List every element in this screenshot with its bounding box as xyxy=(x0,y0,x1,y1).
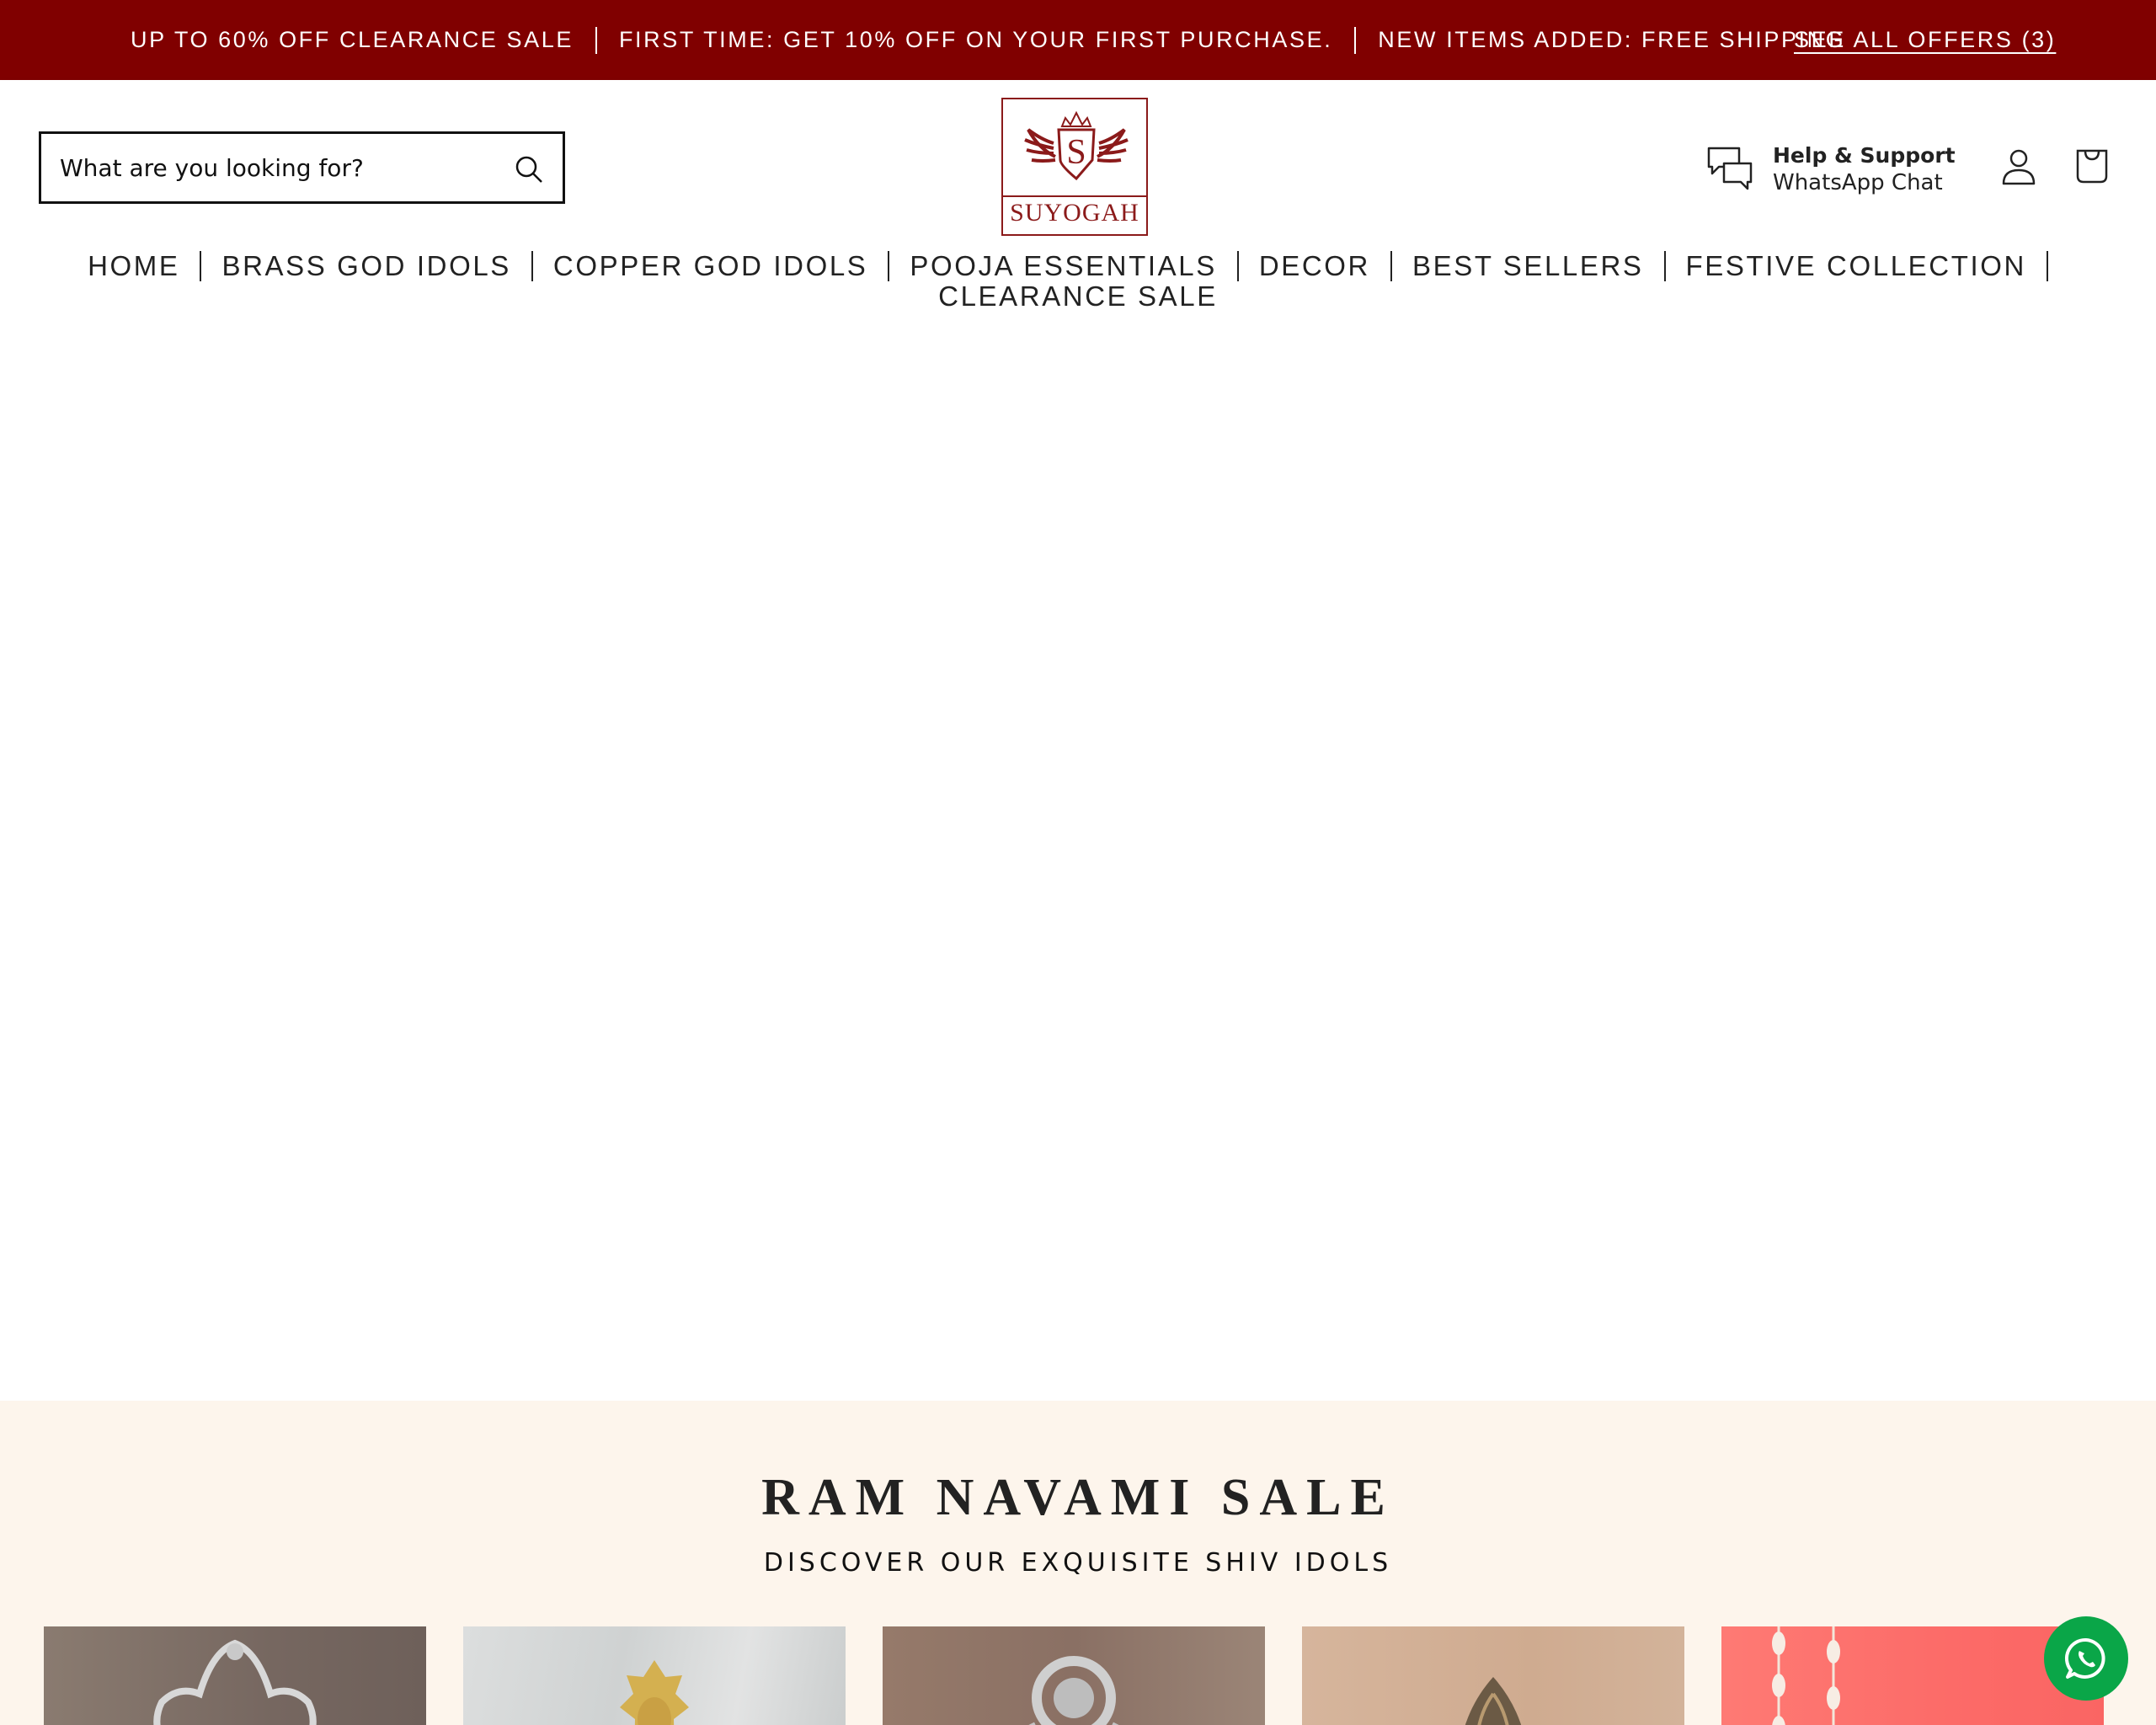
site-header: S SUYOGAH Help & Support WhatsApp Chat H… xyxy=(0,80,2156,325)
main-navigation: HOME BRASS GOD IDOLS COPPER GOD IDOLS PO… xyxy=(0,251,2156,312)
product-card[interactable] xyxy=(463,1626,846,1725)
ram-navami-sale-section: RAM NAVAMI SALE DISCOVER OUR EXQUISITE S… xyxy=(0,1401,2156,1725)
nav-item-clearance-sale[interactable]: CLEARANCE SALE xyxy=(938,281,1218,312)
nav-item-decor[interactable]: DECOR xyxy=(1259,251,1370,281)
nav-divider xyxy=(1236,251,1239,281)
nav-divider xyxy=(2046,251,2048,281)
support-title: Help & Support xyxy=(1773,143,1956,168)
nav-item-pooja-essentials[interactable]: POOJA ESSENTIALS xyxy=(910,251,1216,281)
chat-bubbles-icon xyxy=(1707,147,1753,190)
product-card[interactable] xyxy=(1721,1626,2104,1725)
nav-item-festive-collection[interactable]: FESTIVE COLLECTION xyxy=(1686,251,2026,281)
garland-decor-icon xyxy=(1772,1626,1840,1725)
section-subtitle: DISCOVER OUR EXQUISITE SHIV IDOLS xyxy=(763,1548,1393,1578)
nav-divider xyxy=(1390,251,1392,281)
nav-item-brass-god-idols[interactable]: BRASS GOD IDOLS xyxy=(221,251,510,281)
product-card[interactable] xyxy=(1302,1626,1684,1725)
announcement-messages: UP TO 60% OFF CLEARANCE SALE FIRST TIME:… xyxy=(131,0,1845,80)
nav-item-best-sellers[interactable]: BEST SELLERS xyxy=(1412,251,1644,281)
logo-brand-text: SUYOGAH xyxy=(1010,199,1139,227)
product-card[interactable] xyxy=(44,1626,426,1725)
help-support-link[interactable]: Help & Support WhatsApp Chat xyxy=(1705,143,1956,195)
nav-item-copper-god-idols[interactable]: COPPER GOD IDOLS xyxy=(553,251,868,281)
search-input[interactable] xyxy=(60,153,498,182)
user-icon[interactable] xyxy=(2001,147,2036,186)
nav-row: CLEARANCE SALE xyxy=(0,281,2156,312)
idol-silhouette-icon xyxy=(620,1660,689,1725)
idol-silhouette-icon xyxy=(1465,1677,1522,1725)
nav-divider xyxy=(1663,251,1666,281)
hero-banner-area xyxy=(0,325,2156,1401)
whatsapp-chat-button[interactable] xyxy=(2044,1616,2128,1701)
support-subtitle: WhatsApp Chat xyxy=(1773,170,1943,195)
shopping-bag-icon[interactable] xyxy=(2075,147,2109,184)
announcement-message[interactable]: NEW ITEMS ADDED: FREE SHIPPING xyxy=(1378,27,1845,53)
announcement-bar: UP TO 60% OFF CLEARANCE SALE FIRST TIME:… xyxy=(0,0,2156,80)
product-image[interactable] xyxy=(44,1626,426,1725)
logo-divider xyxy=(1003,195,1146,197)
suyogah-logo[interactable]: S SUYOGAH xyxy=(1001,98,1148,236)
crest-icon: S xyxy=(1024,110,1129,181)
announcement-message[interactable]: UP TO 60% OFF CLEARANCE SALE xyxy=(131,27,574,53)
search-box[interactable] xyxy=(39,131,565,204)
product-image[interactable] xyxy=(1721,1626,2104,1725)
svg-text:S: S xyxy=(1066,133,1086,172)
idol-silhouette-icon xyxy=(1028,1656,1119,1725)
product-image[interactable] xyxy=(1302,1626,1684,1725)
announcement-divider xyxy=(1354,26,1357,54)
nav-divider xyxy=(531,251,533,281)
see-all-offers-link[interactable]: SEE ALL OFFERS (3) xyxy=(1794,0,2056,80)
section-title: RAM NAVAMI SALE xyxy=(761,1469,1395,1526)
product-card[interactable] xyxy=(883,1626,1265,1725)
nav-row: HOME BRASS GOD IDOLS COPPER GOD IDOLS PO… xyxy=(0,251,2156,281)
search-icon[interactable] xyxy=(514,154,544,184)
announcement-message[interactable]: FIRST TIME: GET 10% OFF ON YOUR FIRST PU… xyxy=(619,27,1332,53)
idol-silhouette-icon xyxy=(153,1639,317,1725)
nav-divider xyxy=(200,251,202,281)
nav-item-home[interactable]: HOME xyxy=(88,251,179,281)
product-image[interactable] xyxy=(463,1626,846,1725)
nav-divider xyxy=(888,251,890,281)
product-image[interactable] xyxy=(883,1626,1265,1725)
announcement-divider xyxy=(595,26,597,54)
whatsapp-icon xyxy=(2064,1637,2105,1679)
